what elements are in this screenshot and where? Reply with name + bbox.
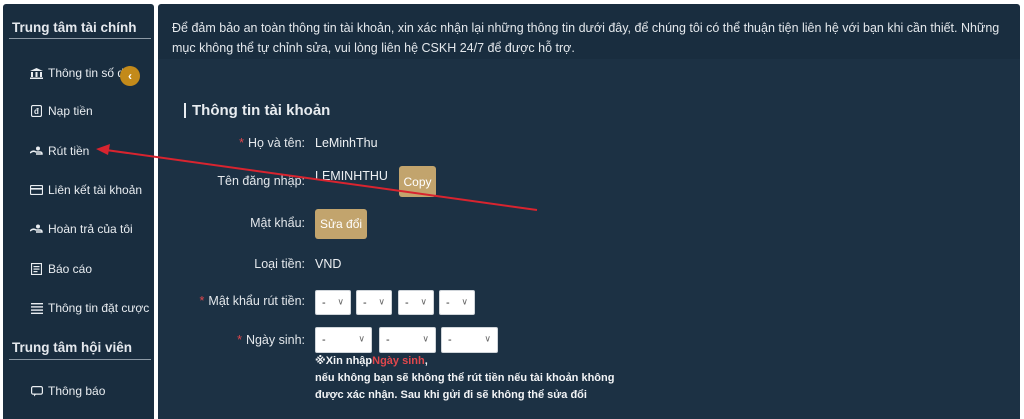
card-icon [30,185,43,196]
sidebar-item-label: Hoàn trả của tôi [48,222,133,236]
chevron-down-icon: ∨ [484,333,491,344]
birthday-label: * Ngày sinh: [237,333,305,347]
sidebar-item-link-account[interactable]: Liên kết tài khoản [30,183,142,197]
sidebar-item-deposit[interactable]: đ Nạp tiền [30,104,93,118]
currency-label: Loại tiền: [254,257,305,271]
chevron-down-icon: ∨ [358,333,365,344]
account-info-title: Thông tin tài khoản [184,103,330,118]
sidebar-item-label: Thông tin đặt cược [48,301,150,315]
sidebar-item-label: Báo cáo [48,262,93,276]
fullname-label: * Họ và tên: [239,136,305,150]
main-panel: Để đảm bảo an toàn thông tin tài khoản, … [158,4,1020,419]
sidebar-item-label: Thông báo [48,384,106,398]
report-icon [30,263,43,275]
required-mark: * [237,333,242,347]
copy-button[interactable]: Copy [399,166,436,197]
chevron-down-icon: ∨ [337,295,344,306]
fullname-value: LeMinhThu [315,136,378,150]
chevron-left-icon: ‹ [128,69,132,83]
svg-text:đ: đ [34,107,39,116]
bank-icon [30,67,43,79]
sidebar-item-refund[interactable]: Hoàn trả của tôi [30,222,133,236]
username-value: LEMINHTHU [315,169,388,183]
finance-center-title: Trung tâm tài chính [12,20,137,35]
withdraw-password-digit-1[interactable]: - ∨ [315,290,351,315]
sidebar-item-notifications[interactable]: Thông báo [30,384,105,398]
chevron-down-icon: ∨ [461,295,468,306]
sidebar: Trung tâm tài chính Thông tin số dư ‹ đ … [3,4,154,419]
divider [9,38,151,39]
withdraw-password-digit-4[interactable]: - ∨ [439,290,475,315]
edit-password-button[interactable]: Sửa đổi [315,209,367,239]
message-icon [30,385,43,397]
divider [9,359,151,360]
withdraw-icon [30,146,43,157]
birthday-day-select[interactable]: - ∨ [315,327,372,353]
required-mark: * [239,136,245,150]
withdraw-password-label: * Mật khẩu rút tiền: [199,294,305,308]
sidebar-item-withdraw[interactable]: Rút tiền [30,144,89,158]
collapse-sidebar-button[interactable]: ‹ [120,66,140,86]
list-icon [30,302,43,314]
currency-value: VND [315,257,342,271]
chevron-down-icon: ∨ [378,295,385,306]
chevron-down-icon: ∨ [422,333,429,344]
birthday-year-select[interactable]: - ∨ [441,327,498,353]
member-center-title: Trung tâm hội viên [12,340,133,355]
birthday-month-select[interactable]: - ∨ [379,327,436,353]
sidebar-item-report[interactable]: Báo cáo [30,262,92,276]
withdraw-password-digit-3[interactable]: - ∨ [398,290,434,315]
username-label: Tên đăng nhập: [217,174,305,188]
notice-text: Để đảm bảo an toàn thông tin tài khoản, … [172,21,1000,55]
sidebar-item-label: Rút tiền [48,144,90,158]
sidebar-item-label: Nạp tiền [48,104,93,118]
sidebar-item-balance[interactable]: Thông tin số dư [30,66,132,80]
birthday-hint: ※Xin nhậpNgày sinh, nếu không bạn sẽ khô… [315,355,615,401]
deposit-icon: đ [30,105,43,117]
required-mark: * [199,294,205,308]
chevron-down-icon: ∨ [420,295,427,306]
password-label: Mật khẩu: [250,216,305,230]
withdraw-password-digit-2[interactable]: - ∨ [356,290,392,315]
hint-highlight: Ngày sinh [372,355,425,367]
sidebar-item-bet-info[interactable]: Thông tin đặt cược [30,301,149,315]
sidebar-item-label: Liên kết tài khoản [48,183,143,197]
refund-icon [30,224,43,235]
